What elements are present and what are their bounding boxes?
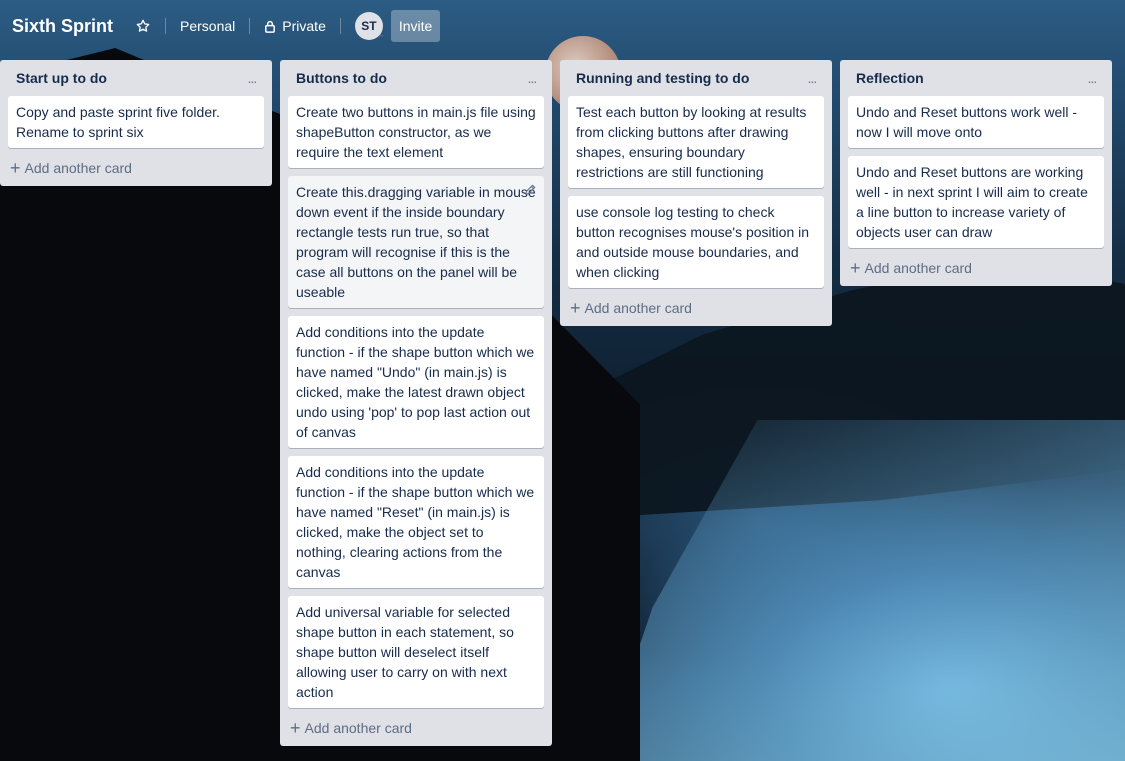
list-title[interactable]: Running and testing to do: [576, 70, 749, 86]
card-list: Create two buttons in main.js file using…: [280, 96, 552, 708]
avatar-initials: ST: [361, 19, 377, 33]
invite-label: Invite: [398, 18, 433, 34]
list-running-and-testing-to-do: Running and testing to do ... Test each …: [560, 60, 832, 326]
card[interactable]: Undo and Reset buttons are working well …: [848, 156, 1104, 248]
card-list: Undo and Reset buttons work well - now I…: [840, 96, 1112, 248]
board-header: Sixth Sprint Personal Private ST ⌃ Invit…: [0, 0, 1125, 52]
member-avatar[interactable]: ST ⌃: [354, 12, 385, 43]
add-card-label: Add another card: [864, 260, 972, 276]
card-list: Copy and paste sprint five folder. Renam…: [0, 96, 272, 148]
more-horizontal-icon[interactable]: ...: [520, 70, 544, 86]
list-title[interactable]: Reflection: [856, 70, 924, 86]
list-header[interactable]: Reflection ...: [840, 60, 1112, 96]
pencil-icon[interactable]: [522, 182, 538, 198]
card[interactable]: Add conditions into the update function …: [288, 456, 544, 588]
add-card-label: Add another card: [24, 160, 132, 176]
card-list: Test each button by looking at results f…: [560, 96, 832, 288]
card[interactable]: Undo and Reset buttons work well - now I…: [848, 96, 1104, 148]
add-card-button[interactable]: + Add another card: [280, 710, 552, 746]
list-header[interactable]: Running and testing to do ...: [560, 60, 832, 96]
list-header[interactable]: Buttons to do ...: [280, 60, 552, 96]
star-icon: [135, 18, 151, 34]
list-header[interactable]: Start up to do ...: [0, 60, 272, 96]
card[interactable]: Add universal variable for selected shap…: [288, 596, 544, 708]
invite-button[interactable]: Invite: [390, 10, 441, 42]
visibility-label: Private: [282, 18, 326, 34]
plus-icon: +: [290, 718, 301, 738]
add-card-button[interactable]: + Add another card: [560, 290, 832, 326]
plus-icon: +: [570, 298, 581, 318]
list-reflection: Reflection ... Undo and Reset buttons wo…: [840, 60, 1112, 286]
visibility-button[interactable]: Private: [256, 10, 334, 42]
more-horizontal-icon[interactable]: ...: [800, 70, 824, 86]
team-label: Personal: [180, 18, 236, 34]
list-buttons-to-do: Buttons to do ... Create two buttons in …: [280, 60, 552, 746]
admin-chevron-icon: ⌃: [377, 33, 385, 43]
card[interactable]: Copy and paste sprint five folder. Renam…: [8, 96, 264, 148]
list-title[interactable]: Start up to do: [16, 70, 107, 86]
header-divider: [165, 18, 167, 34]
add-card-label: Add another card: [304, 720, 412, 736]
card-hovered[interactable]: Create this.dragging variable in mouse d…: [288, 176, 544, 308]
header-divider: [339, 18, 341, 34]
list-title[interactable]: Buttons to do: [296, 70, 387, 86]
card[interactable]: Create two buttons in main.js file using…: [288, 96, 544, 168]
card-text: Create this.dragging variable in mouse d…: [296, 184, 536, 300]
board-title[interactable]: Sixth Sprint: [0, 12, 121, 41]
lock-icon: [264, 20, 276, 33]
add-card-button[interactable]: + Add another card: [840, 250, 1112, 286]
star-board-button[interactable]: [127, 10, 159, 42]
add-card-label: Add another card: [584, 300, 692, 316]
team-button[interactable]: Personal: [172, 10, 243, 42]
more-horizontal-icon[interactable]: ...: [240, 70, 264, 86]
card[interactable]: Add conditions into the update function …: [288, 316, 544, 448]
more-horizontal-icon[interactable]: ...: [1080, 70, 1104, 86]
list-start-up-to-do: Start up to do ... Copy and paste sprint…: [0, 60, 272, 186]
plus-icon: +: [850, 258, 861, 278]
plus-icon: +: [10, 158, 21, 178]
card[interactable]: use console log testing to check button …: [568, 196, 824, 288]
card[interactable]: Test each button by looking at results f…: [568, 96, 824, 188]
header-divider: [249, 18, 251, 34]
add-card-button[interactable]: + Add another card: [0, 150, 272, 186]
